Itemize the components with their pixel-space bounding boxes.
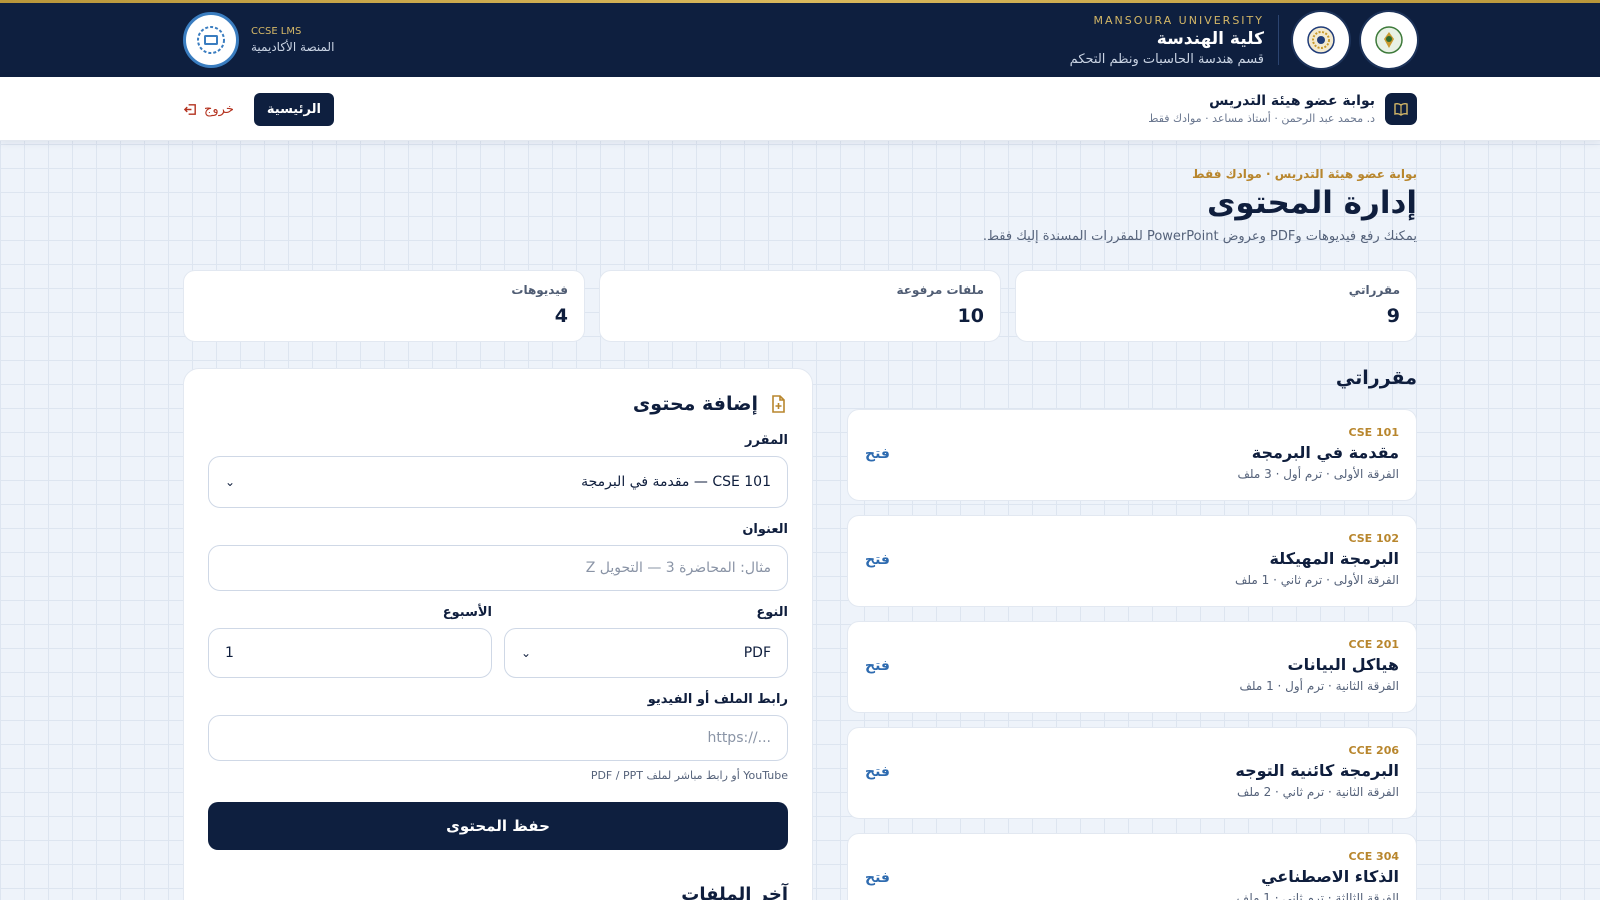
university-seal-icon: [1361, 12, 1417, 68]
open-course-link[interactable]: فتح: [865, 446, 890, 462]
week-input-label: الأسبوع: [442, 605, 492, 620]
open-course-link[interactable]: فتح: [865, 870, 890, 886]
course-select-value: CSE 101 — مقدمة في البرمجة: [581, 474, 771, 490]
lms-name: CCSE LMS: [251, 26, 302, 37]
url-input[interactable]: https://...: [208, 715, 788, 761]
type-select-value: PDF: [743, 645, 771, 661]
url-input-placeholder: https://...: [707, 730, 771, 746]
url-hint: YouTube أو رابط مباشر لملف PDF / PPT: [590, 769, 788, 782]
open-course-link[interactable]: فتح: [865, 552, 890, 568]
title-input-label: العنوان: [742, 522, 788, 537]
page-description: يمكنك رفع فيديوهات وPDF وعروض PowerPoint…: [982, 229, 1417, 244]
portal-bar: بوابة عضو هيئة التدريس د. محمد عبد الرحم…: [0, 77, 1600, 141]
course-card[interactable]: CCE 201 هياكل البيانات الفرقة الثانية · …: [847, 621, 1417, 713]
stat-card-courses: مقرراتي 9: [1015, 270, 1417, 342]
faculty-seal-icon: [1293, 12, 1349, 68]
chevron-down-icon: ⌄: [521, 646, 532, 660]
breadcrumb: بوابة عضو هيئة التدريس · موادك فقط: [1192, 167, 1417, 181]
book-icon: [1385, 93, 1417, 125]
course-card[interactable]: CSE 102 البرمجة المهيكلة الفرقة الأولى ·…: [847, 515, 1417, 607]
stat-value: 9: [1386, 305, 1400, 327]
logout-label: خروج: [204, 101, 234, 117]
lms-logo-icon: [183, 12, 239, 68]
home-button[interactable]: الرئيسية: [253, 92, 334, 126]
save-content-button[interactable]: حفظ المحتوى: [208, 802, 788, 850]
week-input-value: 1: [225, 645, 234, 661]
course-name: البرمجة كائنية التوجه: [1235, 761, 1399, 780]
week-input[interactable]: 1: [208, 628, 492, 678]
stat-label: ملفات مرفوعة: [896, 283, 984, 297]
header-divider: [1278, 15, 1279, 65]
courses-heading: مقرراتي: [1335, 367, 1417, 389]
course-meta: الفرقة الأولى · ترم أول · 3 ملف: [1237, 467, 1399, 481]
department-name: قسم هندسة الحاسبات ونظم التحكم: [1069, 51, 1264, 67]
course-meta: الفرقة الأولى · ترم ثاني · 1 ملف: [1234, 573, 1399, 587]
faculty-name: كلية الهندسة: [1156, 28, 1264, 49]
university-name-en: MANSOURA UNIVERSITY: [1093, 13, 1264, 27]
course-name: هياكل البيانات: [1287, 655, 1399, 674]
open-course-link[interactable]: فتح: [865, 658, 890, 674]
stat-card-files: ملفات مرفوعة 10: [599, 270, 1001, 342]
course-meta: الفرقة الثانية · ترم أول · 1 ملف: [1239, 679, 1399, 693]
url-input-label: رابط الملف أو الفيديو: [647, 692, 788, 707]
stat-value: 10: [957, 305, 984, 327]
title-input[interactable]: مثال: المحاضرة 3 — التحويل Z: [208, 545, 788, 591]
course-code: CCE 206: [1348, 744, 1399, 757]
course-code: CSE 101: [1348, 426, 1399, 439]
stat-card-videos: فيديوهات 4: [183, 270, 585, 342]
form-title-text: إضافة محتوى: [632, 393, 758, 415]
course-card[interactable]: CCE 206 البرمجة كائنية التوجه الفرقة الث…: [847, 727, 1417, 819]
course-card[interactable]: CSE 101 مقدمة في البرمجة الفرقة الأولى ·…: [847, 409, 1417, 501]
form-title: إضافة محتوى: [208, 393, 788, 415]
portal-user-info: د. محمد عبد الرحمن · أستاذ مساعد · موادك…: [1148, 112, 1375, 125]
course-select[interactable]: CSE 101 — مقدمة في البرمجة ⌄: [208, 456, 788, 508]
type-select-label: النوع: [756, 605, 788, 620]
stat-label: فيديوهات: [511, 283, 568, 297]
recent-files-heading: آخر الملفات: [681, 884, 788, 900]
course-list: CSE 101 مقدمة في البرمجة الفرقة الأولى ·…: [847, 409, 1417, 900]
title-input-placeholder: مثال: المحاضرة 3 — التحويل Z: [585, 560, 771, 576]
stat-value: 4: [554, 305, 568, 327]
course-card[interactable]: CCE 304 الذكاء الاصطناعي الفرقة الثالثة …: [847, 833, 1417, 900]
stats-row: مقرراتي 9 ملفات مرفوعة 10 فيديوهات 4: [183, 270, 1417, 342]
page-title: إدارة المحتوى: [1207, 185, 1417, 221]
course-name: الذكاء الاصطناعي: [1261, 867, 1399, 886]
course-name: مقدمة في البرمجة: [1251, 443, 1399, 462]
open-course-link[interactable]: فتح: [865, 764, 890, 780]
course-code: CSE 102: [1348, 532, 1399, 545]
university-branding: MANSOURA UNIVERSITY كلية الهندسة قسم هند…: [1070, 12, 1417, 68]
file-plus-icon: [772, 395, 785, 413]
course-meta: الفرقة الثانية · ترم ثاني · 2 ملف: [1236, 785, 1399, 799]
add-content-form: إضافة محتوى المقرر CSE 101 — مقدمة في ال…: [183, 368, 813, 900]
course-select-label: المقرر: [745, 433, 788, 448]
portal-title: بوابة عضو هيئة التدريس: [1209, 93, 1375, 109]
course-code: CCE 304: [1348, 850, 1399, 863]
chevron-down-icon: ⌄: [225, 475, 236, 489]
site-header: MANSOURA UNIVERSITY كلية الهندسة قسم هند…: [0, 3, 1600, 77]
stat-label: مقرراتي: [1348, 283, 1400, 297]
course-code: CCE 201: [1348, 638, 1399, 651]
lms-subtitle: المنصة الأكاديمية: [251, 40, 335, 54]
portal-identity: بوابة عضو هيئة التدريس د. محمد عبد الرحم…: [1148, 93, 1417, 125]
logout-icon: [183, 103, 196, 115]
course-name: البرمجة المهيكلة: [1269, 549, 1399, 568]
type-select[interactable]: PDF ⌄: [504, 628, 788, 678]
logout-button[interactable]: خروج: [183, 102, 234, 117]
lms-branding[interactable]: CCSE LMS المنصة الأكاديمية: [183, 12, 334, 68]
course-meta: الفرقة الثالثة · ترم ثاني · 1 ملف: [1236, 891, 1399, 900]
